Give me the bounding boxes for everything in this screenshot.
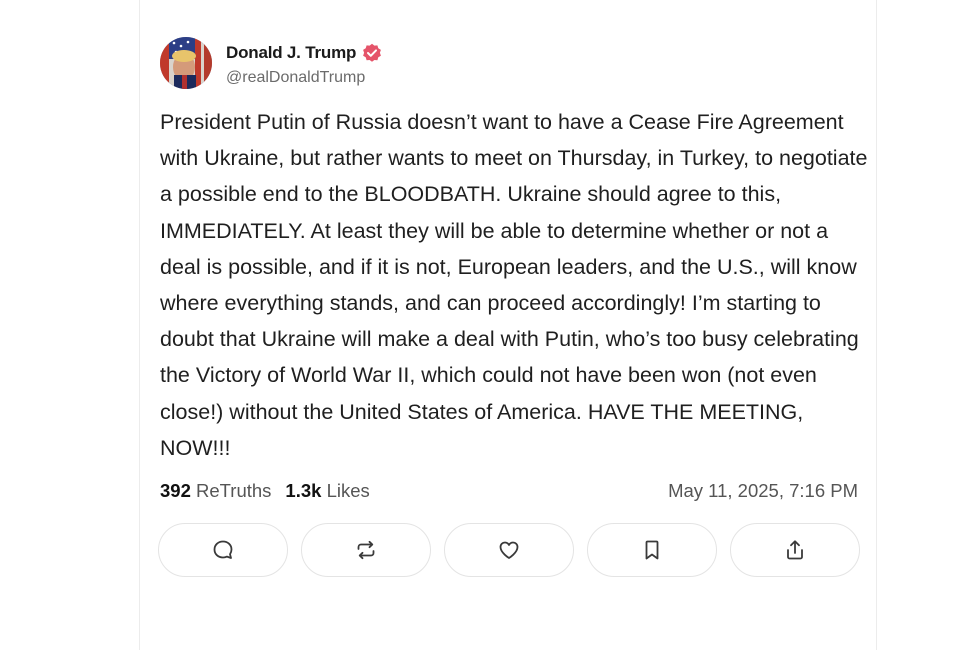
- page: Donald J. Trump @realDonaldTrump Preside…: [0, 0, 980, 650]
- likes-count: 1.3k: [285, 480, 322, 501]
- bookmark-button[interactable]: [587, 523, 717, 577]
- author-names: Donald J. Trump @realDonaldTrump: [226, 40, 382, 87]
- reply-button[interactable]: [158, 523, 288, 577]
- verified-badge-icon: [362, 43, 382, 63]
- post-timestamp[interactable]: May 11, 2025, 7:16 PM: [668, 480, 858, 502]
- post-card: Donald J. Trump @realDonaldTrump Preside…: [139, 0, 877, 650]
- avatar[interactable]: [160, 37, 212, 89]
- share-button[interactable]: [730, 523, 860, 577]
- post-stats: 392 ReTruths 1.3k Likes May 11, 2025, 7:…: [160, 478, 858, 504]
- like-button[interactable]: [444, 523, 574, 577]
- avatar-image: [160, 37, 212, 89]
- retruth-button[interactable]: [301, 523, 431, 577]
- share-icon: [787, 540, 803, 560]
- bookmark-icon: [645, 540, 659, 560]
- retruths-count: 392: [160, 480, 191, 501]
- likes-stat[interactable]: 1.3k Likes: [285, 480, 369, 502]
- reply-icon: [213, 540, 233, 559]
- likes-label: Likes: [326, 480, 370, 501]
- action-bar: [158, 523, 860, 577]
- retruths-label: ReTruths: [196, 480, 272, 501]
- post-header: Donald J. Trump @realDonaldTrump: [160, 37, 382, 89]
- retruths-stat[interactable]: 392 ReTruths: [160, 480, 271, 502]
- author-display-name[interactable]: Donald J. Trump: [226, 43, 356, 63]
- author-handle[interactable]: @realDonaldTrump: [226, 69, 382, 87]
- retruth-icon: [357, 540, 375, 560]
- name-row: Donald J. Trump: [226, 40, 382, 66]
- post-text: President Putin of Russia doesn’t want t…: [160, 110, 868, 460]
- heart-icon: [499, 541, 519, 559]
